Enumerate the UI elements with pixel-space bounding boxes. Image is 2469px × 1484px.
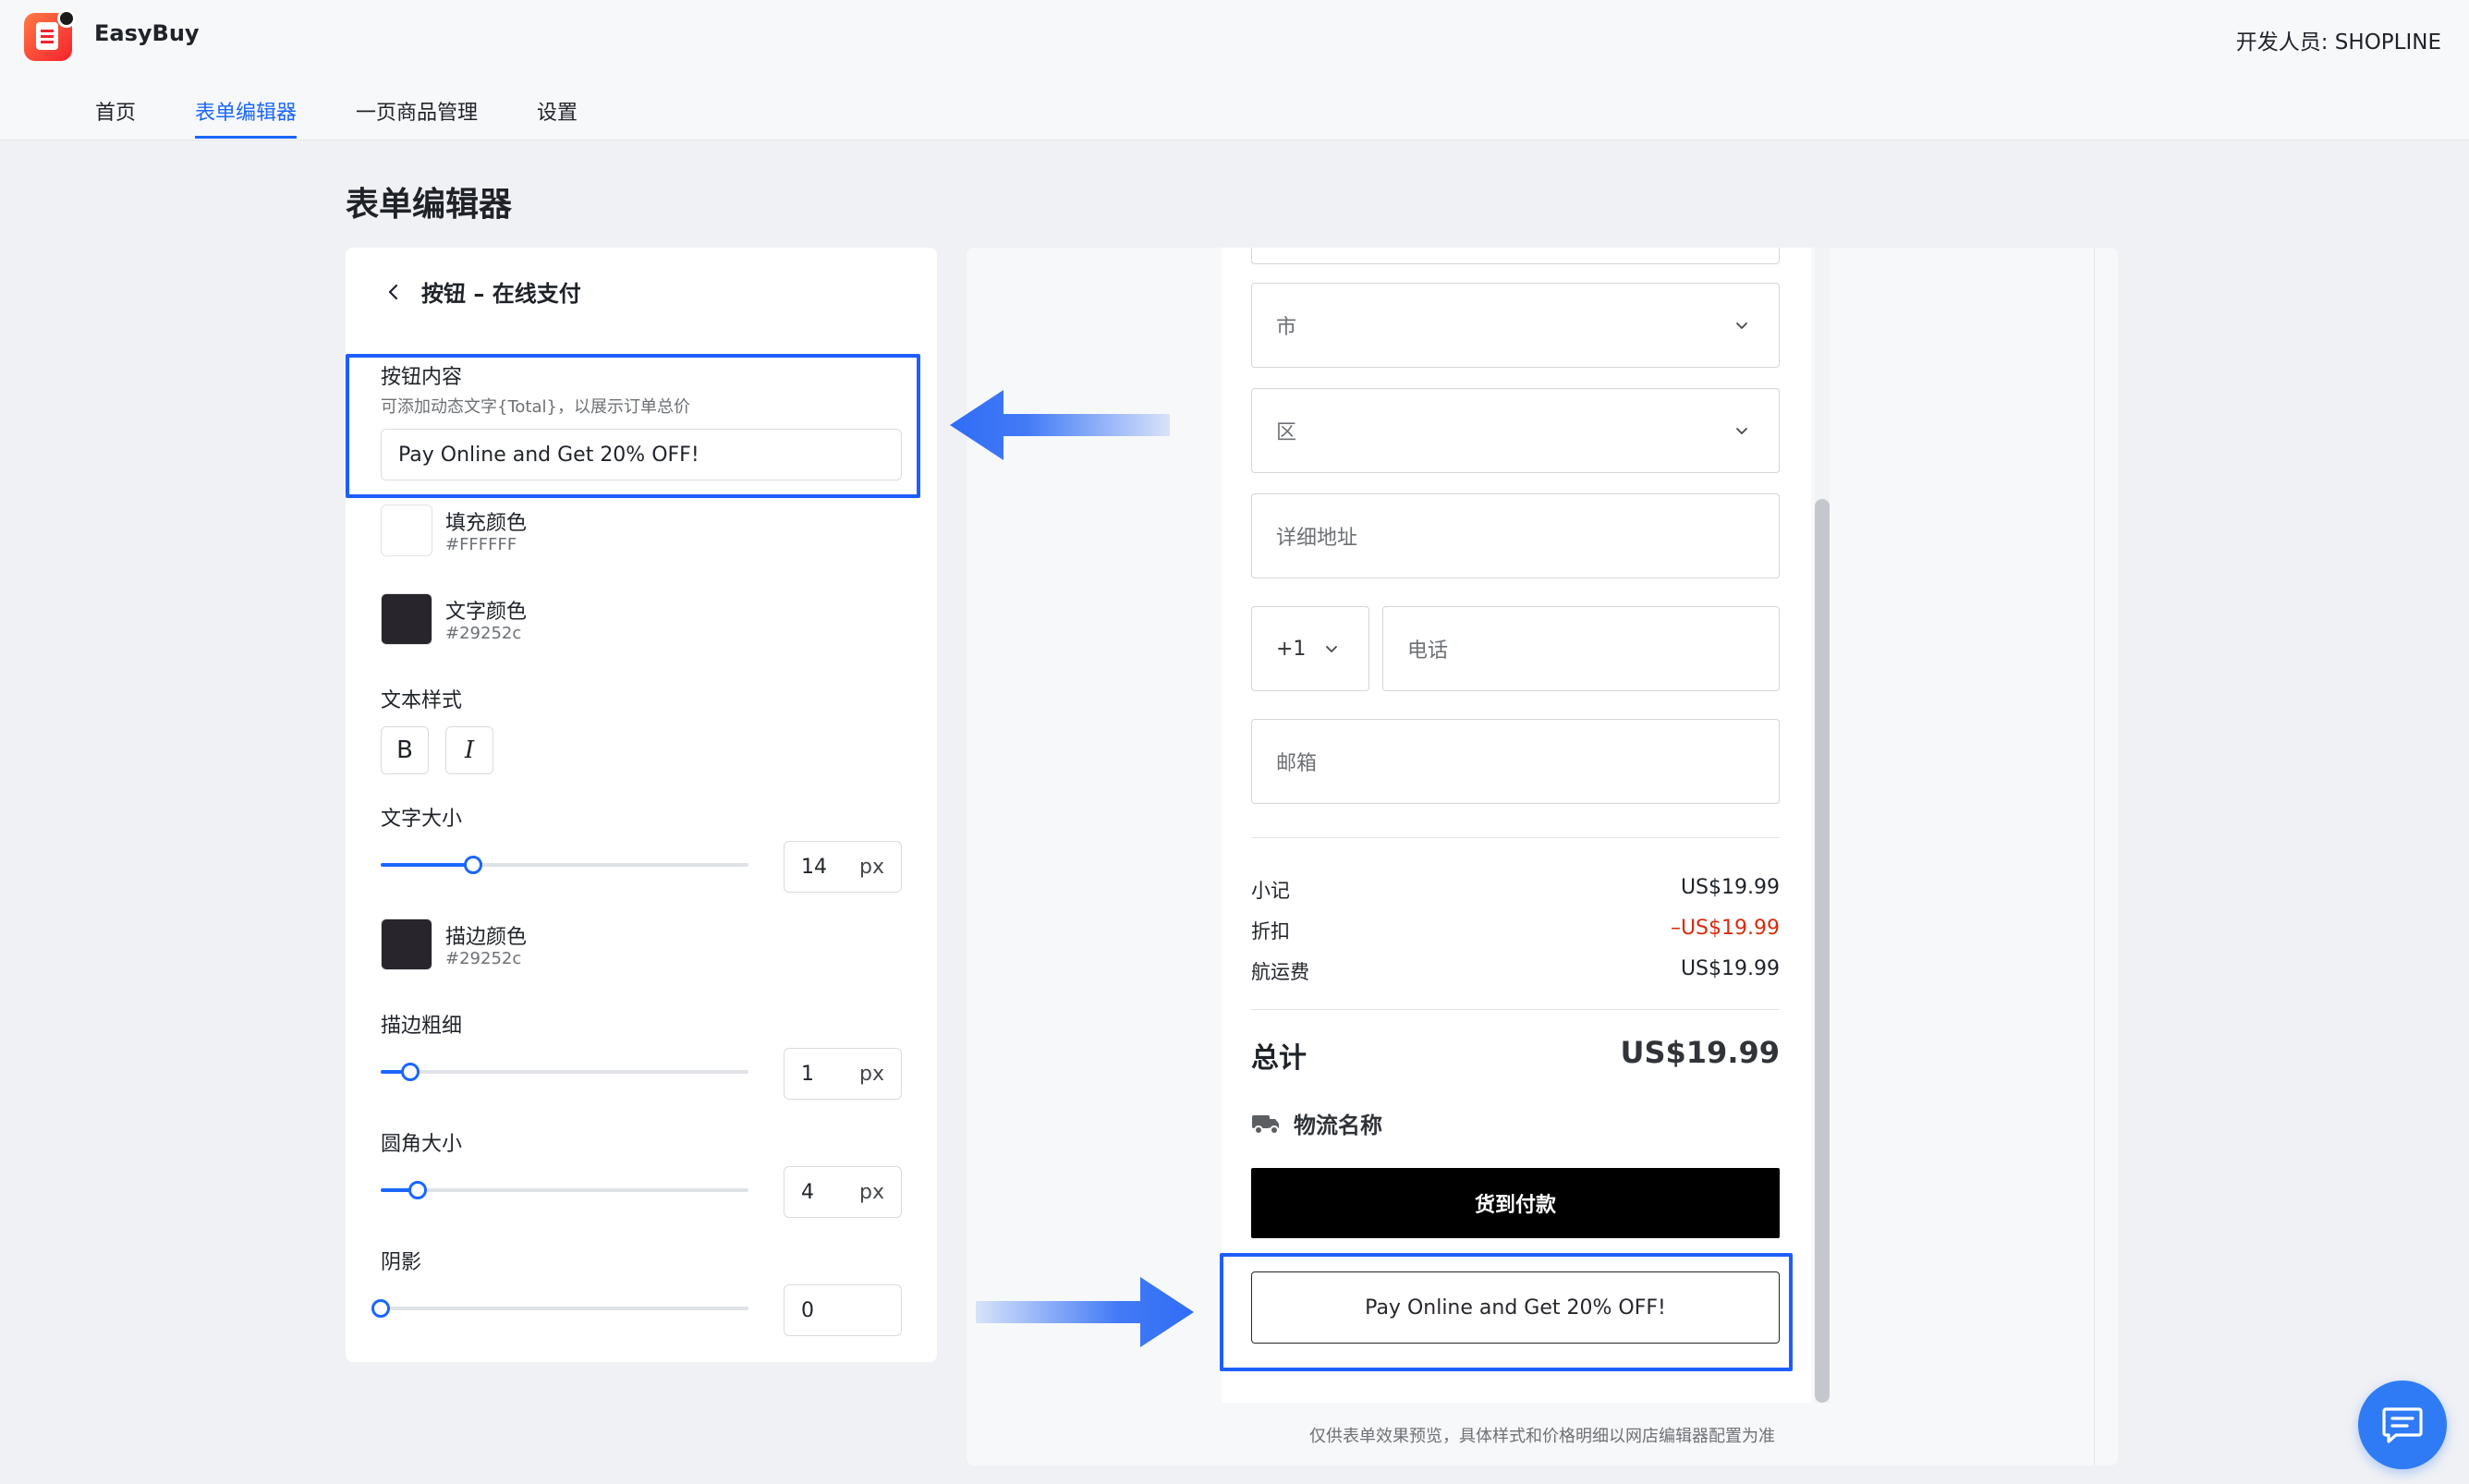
developer-info: 开发人员: SHOPLINE <box>2235 30 2441 55</box>
address-placeholder: 详细地址 <box>1276 527 1358 550</box>
chevron-down-icon <box>1736 428 1747 434</box>
total-value: US$19.99 <box>1620 1035 1780 1070</box>
preview-scrollbar-thumb[interactable] <box>1815 499 1830 1403</box>
truck-icon <box>1252 1114 1279 1135</box>
province-field-partial[interactable] <box>1251 248 1780 264</box>
phone-placeholder: 电话 <box>1407 639 1449 663</box>
subtotal-label: 小记 <box>1251 880 1290 902</box>
tab-one-page-products[interactable]: 一页商品管理 <box>356 96 478 139</box>
shadow-label: 阴影 <box>381 1251 422 1274</box>
panel-title: 按钮 – 在线支付 <box>421 281 581 307</box>
slider-thumb[interactable] <box>400 1063 420 1081</box>
font-size-unit: px <box>859 856 884 879</box>
pay-online-button[interactable]: Pay Online and Get 20% OFF! <box>1251 1271 1780 1344</box>
text-color-label: 文字颜色 <box>445 601 528 624</box>
phone-code-select[interactable]: +1 <box>1251 606 1369 691</box>
shipping-fee-label: 航运费 <box>1251 961 1309 983</box>
slider-thumb[interactable] <box>371 1299 390 1318</box>
subtotal-value: US$19.99 <box>1680 876 1780 899</box>
email-input[interactable]: 邮箱 <box>1251 719 1780 804</box>
border-width-label: 描边粗细 <box>381 1015 463 1038</box>
tab-form-editor[interactable]: 表单编辑器 <box>195 96 298 139</box>
form-preview: 市 区 详细地址 +1 电话 邮箱 小记 US$19.99 折扣 –US$19.… <box>1222 248 1811 1403</box>
shipping-fee-value: US$19.99 <box>1680 957 1780 980</box>
main-nav: 首页 表单编辑器 一页商品管理 设置 <box>95 96 637 139</box>
slider-thumb[interactable] <box>463 856 482 874</box>
back-row[interactable]: 按钮 – 在线支付 <box>383 275 581 308</box>
discount-value: –US$19.99 <box>1670 917 1780 940</box>
shadow-slider[interactable] <box>371 1299 748 1318</box>
phone-code-value: +1 <box>1276 637 1307 661</box>
tab-settings[interactable]: 设置 <box>537 96 578 139</box>
chat-button[interactable] <box>2358 1381 2447 1469</box>
corner-radius-unit: px <box>859 1181 884 1204</box>
border-width-unit: px <box>859 1063 884 1086</box>
button-content-value: Pay Online and Get 20% OFF! <box>398 443 699 467</box>
border-color-hex: #29252c <box>445 949 522 968</box>
border-color-label: 描边颜色 <box>445 926 528 949</box>
email-placeholder: 邮箱 <box>1276 752 1318 775</box>
shadow-value: 0 <box>801 1299 814 1322</box>
divider <box>1251 837 1780 838</box>
chevron-left-icon[interactable] <box>383 281 405 303</box>
corner-radius-value: 4 <box>801 1181 814 1204</box>
slider-thumb[interactable] <box>407 1181 427 1199</box>
app-name: EasyBuy <box>94 20 200 46</box>
slider-fill <box>381 863 473 867</box>
preview-footnote: 仅供表单效果预览，具体样式和价格明细以网店编辑器配置为准 <box>1309 1427 1775 1446</box>
chat-icon <box>2382 1407 2423 1443</box>
text-style-label: 文本样式 <box>381 689 463 712</box>
border-width-value: 1 <box>801 1063 814 1086</box>
divider <box>1251 1009 1780 1010</box>
preview-edge <box>2094 248 2095 1466</box>
shadow-input[interactable]: 0 <box>784 1284 902 1336</box>
fill-color-swatch[interactable] <box>381 505 432 556</box>
button-content-help: 可添加动态文字{Total}，以展示订单总价 <box>381 397 690 417</box>
phone-input[interactable]: 电话 <box>1382 606 1780 691</box>
font-size-input[interactable]: 14 px <box>784 841 902 893</box>
corner-radius-slider[interactable] <box>381 1181 748 1199</box>
cash-on-delivery-button[interactable]: 货到付款 <box>1251 1168 1780 1238</box>
district-placeholder: 区 <box>1276 421 1297 444</box>
left-arrow-icon <box>950 390 1170 460</box>
right-arrow-icon <box>976 1277 1194 1347</box>
shipping-method-label: 物流名称 <box>1294 1113 1382 1138</box>
top-bar: EasyBuy 开发人员: SHOPLINE 首页 表单编辑器 一页商品管理 设… <box>0 0 2469 140</box>
page-title: 表单编辑器 <box>346 186 513 224</box>
corner-radius-label: 圆角大小 <box>381 1133 463 1156</box>
editor-panel: 按钮 – 在线支付 按钮内容 可添加动态文字{Total}，以展示订单总价 Pa… <box>346 248 937 1362</box>
text-color-swatch[interactable] <box>381 593 432 645</box>
fill-color-hex: #FFFFFF <box>445 535 517 554</box>
font-size-slider[interactable] <box>381 856 748 874</box>
corner-radius-input[interactable]: 4 px <box>784 1166 902 1218</box>
app-logo-icon <box>24 9 76 61</box>
chevron-down-icon <box>1736 322 1747 329</box>
shipping-method-row: 物流名称 <box>1251 1107 1382 1139</box>
discount-label: 折扣 <box>1251 920 1290 943</box>
border-width-slider[interactable] <box>381 1063 748 1081</box>
text-color-hex: #29252c <box>445 624 522 643</box>
fill-color-label: 填充颜色 <box>445 512 528 535</box>
address-input[interactable]: 详细地址 <box>1251 493 1780 578</box>
district-select[interactable]: 区 <box>1251 388 1780 473</box>
total-label: 总计 <box>1251 1042 1307 1075</box>
button-content-label: 按钮内容 <box>381 366 463 389</box>
chevron-down-icon <box>1326 646 1337 652</box>
border-color-swatch[interactable] <box>381 918 432 970</box>
button-content-input[interactable]: Pay Online and Get 20% OFF! <box>381 429 902 480</box>
border-width-input[interactable]: 1 px <box>784 1048 902 1100</box>
font-size-value: 14 <box>801 856 827 879</box>
font-size-label: 文字大小 <box>381 808 463 831</box>
city-placeholder: 市 <box>1276 316 1297 339</box>
italic-button[interactable]: I <box>445 726 493 774</box>
tab-home[interactable]: 首页 <box>95 96 136 139</box>
city-select[interactable]: 市 <box>1251 283 1780 368</box>
bold-button[interactable]: B <box>381 726 429 774</box>
